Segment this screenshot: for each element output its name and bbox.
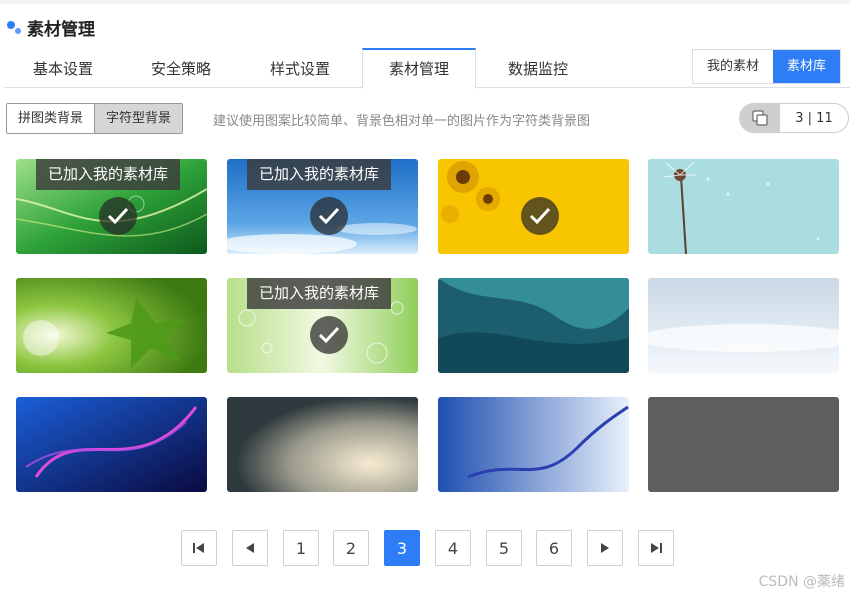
hint-text: 建议使用图案比较简单、背景色相对单一的图片作为字符类背景图 <box>213 114 591 129</box>
material-card[interactable] <box>16 397 207 492</box>
page-header: 素材管理 <box>7 15 95 40</box>
material-card[interactable] <box>648 278 839 373</box>
material-card[interactable]: 已加入我的素材库 <box>227 278 418 373</box>
purple-swirl-image <box>16 397 207 492</box>
prev-page-button[interactable] <box>232 530 268 566</box>
snow-sky-image <box>648 278 839 373</box>
material-card[interactable]: 已加入我的素材库 <box>227 159 418 254</box>
material-card[interactable] <box>438 397 629 492</box>
watermark: CSDN @薬绪 <box>758 574 845 590</box>
page-button[interactable]: 1 <box>283 530 319 566</box>
material-grid: 已加入我的素材库 已加入我的素材库 已加入我的素材库 <box>16 159 841 492</box>
added-badge: 已加入我的素材库 <box>247 278 392 309</box>
dandelion-image <box>648 159 839 254</box>
current-page-button[interactable]: 3 <box>384 530 420 566</box>
material-card[interactable] <box>438 278 629 373</box>
gray-texture-image <box>648 397 839 492</box>
first-page-button[interactable] <box>181 530 217 566</box>
last-page-button[interactable] <box>638 530 674 566</box>
my-materials-button[interactable]: 我的素材 <box>693 50 773 83</box>
copy-icon <box>740 104 780 132</box>
tab-material-management[interactable]: 素材管理 <box>362 48 476 89</box>
tab-basic-settings[interactable]: 基本设置 <box>4 48 122 88</box>
material-card[interactable] <box>227 397 418 492</box>
added-badge: 已加入我的素材库 <box>36 159 181 190</box>
next-page-button[interactable] <box>587 530 623 566</box>
material-card[interactable] <box>438 159 629 254</box>
tab-security-policy[interactable]: 安全策略 <box>122 48 240 88</box>
first-page-icon <box>193 543 204 553</box>
background-type-switch: 拼图类背景 字符型背景 <box>6 103 184 134</box>
page-button[interactable]: 4 <box>435 530 471 566</box>
material-card[interactable] <box>16 278 207 373</box>
teal-waves-image <box>438 278 629 373</box>
check-icon <box>310 197 348 235</box>
material-card[interactable] <box>648 159 839 254</box>
page-button[interactable]: 5 <box>486 530 522 566</box>
check-icon <box>521 197 559 235</box>
character-background-button[interactable]: 字符型背景 <box>94 104 183 133</box>
top-border <box>0 0 851 4</box>
page-button[interactable]: 2 <box>333 530 369 566</box>
material-card[interactable] <box>648 397 839 492</box>
material-card[interactable]: 已加入我的素材库 <box>16 159 207 254</box>
material-library-button[interactable]: 素材库 <box>773 50 841 83</box>
blue-mosaic-wave-image <box>438 397 629 492</box>
selection-counter[interactable]: 3 | 11 <box>739 103 849 133</box>
added-badge: 已加入我的素材库 <box>247 159 392 190</box>
check-icon <box>310 316 348 354</box>
page-button[interactable]: 6 <box>536 530 572 566</box>
next-page-icon <box>601 543 609 553</box>
counter-text: 3 | 11 <box>795 110 833 126</box>
prev-page-icon <box>246 543 254 553</box>
page-title: 素材管理 <box>27 19 95 40</box>
last-page-icon <box>651 543 662 553</box>
library-toggle: 我的素材 素材库 <box>692 49 842 84</box>
maple-leaves-image <box>16 278 207 373</box>
beige-light-image <box>227 397 418 492</box>
check-icon <box>99 197 137 235</box>
tab-style-settings[interactable]: 样式设置 <box>240 48 360 88</box>
puzzle-background-button[interactable]: 拼图类背景 <box>7 104 95 133</box>
logo-dots-icon <box>7 19 23 35</box>
tab-data-monitoring[interactable]: 数据监控 <box>476 48 600 88</box>
